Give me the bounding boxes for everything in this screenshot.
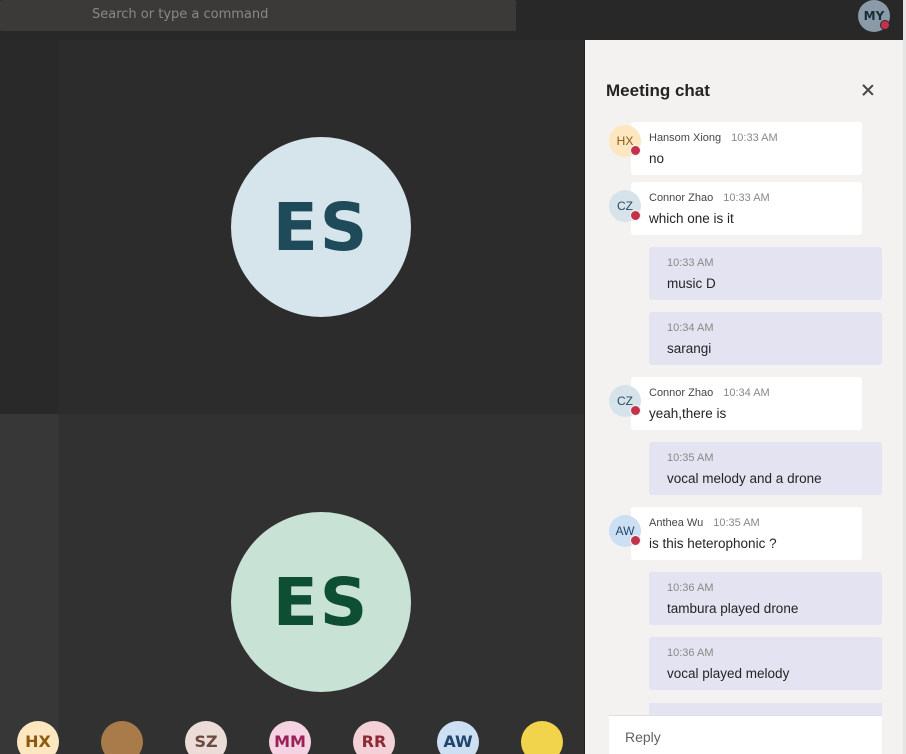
message-time: 10:36 AM bbox=[667, 647, 714, 659]
message-author: Hansom Xiong bbox=[649, 132, 722, 144]
message-meta: Anthea Wu 10:35 AM bbox=[649, 517, 760, 529]
message-text: vocal melody and a drone bbox=[667, 471, 822, 486]
message-time: 10:33 AM bbox=[731, 132, 778, 144]
message-text: sarangi bbox=[667, 341, 712, 356]
message-meta: Hansom Xiong 10:33 AM bbox=[649, 132, 778, 144]
message-text: is this heterophonic ? bbox=[649, 536, 777, 551]
author-avatar[interactable]: CZ bbox=[609, 190, 641, 222]
message-author: Anthea Wu bbox=[649, 517, 704, 529]
message-time: 10:33 AM bbox=[667, 257, 714, 269]
message-meta: 10:36 AM bbox=[667, 647, 713, 659]
presence-busy-icon bbox=[630, 145, 641, 156]
message-time: 10:34 AM bbox=[667, 322, 714, 334]
reply-box[interactable]: Reply bbox=[609, 715, 882, 754]
participant-avatar: ES bbox=[231, 512, 411, 692]
message-text: no bbox=[649, 151, 665, 166]
top-bar: Search or type a command MY bbox=[0, 0, 906, 40]
message-author: Connor Zhao bbox=[649, 192, 714, 204]
chat-message[interactable]: 10:35 AM vocal melody and a drone bbox=[649, 442, 882, 495]
chat-message[interactable]: Connor Zhao 10:34 AM yeah,there is bbox=[631, 377, 862, 430]
author-avatar[interactable]: CZ bbox=[609, 385, 641, 417]
message-meta: 10:34 AM bbox=[667, 322, 713, 334]
message-meta: 10:35 AM bbox=[667, 452, 713, 464]
chat-message[interactable]: Connor Zhao 10:33 AM which one is it bbox=[631, 182, 862, 235]
message-text: tambura played drone bbox=[667, 601, 799, 616]
reply-placeholder[interactable]: Reply bbox=[625, 729, 661, 745]
presence-busy-icon bbox=[630, 535, 641, 546]
message-time: 10:34 AM bbox=[723, 387, 770, 399]
author-avatar[interactable]: AW bbox=[609, 515, 641, 547]
chat-message[interactable]: Anthea Wu 10:35 AM is this heterophonic ? bbox=[631, 507, 862, 560]
message-meta: 10:33 AM bbox=[667, 257, 713, 269]
stage-left-strip bbox=[0, 414, 58, 754]
stage-left-strip bbox=[0, 40, 58, 414]
message-time: 10:35 AM bbox=[667, 452, 714, 464]
search-placeholder[interactable]: Search or type a command bbox=[92, 7, 268, 22]
presence-busy-icon bbox=[880, 20, 890, 30]
chat-message[interactable]: 10:33 AM music D bbox=[649, 247, 882, 300]
author-avatar[interactable]: HX bbox=[609, 125, 641, 157]
participant-avatar: ES bbox=[231, 137, 411, 317]
presence-busy-icon bbox=[630, 210, 641, 221]
message-time: 10:33 AM bbox=[723, 192, 770, 204]
chat-message[interactable]: 10:34 AM sarangi bbox=[649, 312, 882, 365]
message-text: yeah,there is bbox=[649, 406, 727, 421]
message-meta: 10:36 AM bbox=[667, 582, 713, 594]
message-author: Connor Zhao bbox=[649, 387, 714, 399]
message-time: 10:35 AM bbox=[713, 517, 760, 529]
message-meta: Connor Zhao 10:34 AM bbox=[649, 387, 770, 399]
presence-busy-icon bbox=[630, 405, 641, 416]
chat-title: Meeting chat bbox=[606, 81, 710, 100]
message-time: 10:36 AM bbox=[667, 582, 714, 594]
chat-message[interactable]: 10:36 AM vocal played melody bbox=[649, 637, 882, 690]
message-meta: Connor Zhao 10:33 AM bbox=[649, 192, 770, 204]
chat-message[interactable]: 10:36 AM tambura played drone bbox=[649, 572, 882, 625]
chat-message[interactable]: Hansom Xiong 10:33 AM no bbox=[631, 122, 862, 175]
meeting-chat-panel: Meeting chat Hansom Xiong 10:33 AM no HX Con… bbox=[584, 40, 903, 754]
search-box[interactable]: Search or type a command bbox=[0, 0, 516, 31]
message-text: which one is it bbox=[649, 211, 734, 226]
message-text: music D bbox=[667, 276, 716, 291]
close-icon[interactable] bbox=[860, 82, 876, 98]
message-text: vocal played melody bbox=[667, 666, 790, 681]
